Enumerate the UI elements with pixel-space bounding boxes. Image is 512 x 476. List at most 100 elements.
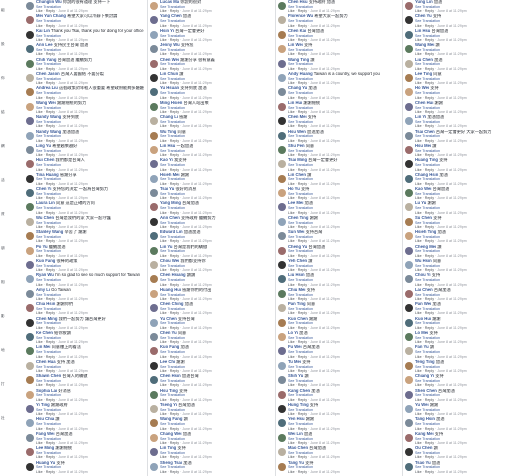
reply-link[interactable]: Reply [298,369,307,373]
avatar[interactable] [150,419,158,428]
avatar[interactable] [26,462,34,471]
commenter-name[interactable]: Chen Yi [36,187,51,191]
reply-link[interactable]: Reply [298,239,307,243]
commenter-name[interactable]: Chang Li [160,115,178,119]
like-link[interactable]: Like [36,24,43,28]
like-link[interactable]: Like [415,182,422,186]
avatar[interactable] [405,318,413,327]
avatar[interactable] [26,2,34,10]
reply-link[interactable]: Reply [425,81,434,85]
like-link[interactable]: Like [288,225,295,229]
commenter-name[interactable]: Sophia Lai [36,389,57,393]
like-link[interactable]: Like [288,455,295,459]
commenter-name[interactable]: Chen Ching [160,302,184,306]
avatar[interactable] [26,448,34,457]
commenter-name[interactable]: Tang Yu [288,461,304,465]
reply-link[interactable]: Reply [425,67,434,71]
like-link[interactable]: Like [160,369,167,373]
like-link[interactable]: Like [415,168,422,172]
commenter-name[interactable]: Chang Hsin [415,173,438,177]
commenter-name[interactable]: Chih Yang [36,58,56,62]
commenter-name[interactable]: Wang Ting [288,58,309,62]
avatar[interactable] [278,203,286,212]
reply-link[interactable]: Reply [170,81,179,85]
reply-link[interactable]: Reply [46,67,55,71]
reply-link[interactable]: Reply [170,441,179,445]
like-link[interactable]: Like [36,441,43,445]
avatar[interactable] [278,30,286,39]
commenter-name[interactable]: Lee Ting [415,72,432,76]
like-link[interactable]: Like [36,124,43,128]
like-link[interactable]: Like [36,340,43,344]
like-link[interactable]: Like [36,427,43,431]
avatar[interactable] [150,59,158,68]
like-link[interactable]: Like [288,268,295,272]
like-link[interactable]: Like [415,38,422,42]
reply-link[interactable]: Reply [425,441,434,445]
reply-link[interactable]: Reply [46,427,55,431]
reply-link[interactable]: Reply [425,355,434,359]
like-link[interactable]: Like [288,340,295,344]
sidebar-label[interactable]: 地 [1,348,5,353]
reply-link[interactable]: Reply [170,24,179,28]
reply-link[interactable]: Reply [298,225,307,229]
like-link[interactable]: Like [36,225,43,229]
reply-link[interactable]: Reply [298,211,307,215]
avatar[interactable] [405,88,413,97]
avatar[interactable] [26,88,34,97]
reply-link[interactable]: Reply [46,455,55,459]
commenter-name[interactable]: Chunglin Wu [36,0,62,4]
commenter-name[interactable]: Nandy Wang [36,130,61,134]
avatar[interactable] [150,246,158,255]
avatar[interactable] [150,145,158,154]
commenter-name[interactable]: Wang Wei [36,101,56,105]
commenter-name[interactable]: Lin Ting [160,446,176,450]
commenter-name[interactable]: Andrea Liu [36,86,58,90]
like-link[interactable]: Like [160,412,167,416]
commenter-name[interactable]: Lin Mei [36,345,50,349]
like-link[interactable]: Like [415,412,422,416]
commenter-name[interactable]: Cheng Mei [415,245,436,249]
like-link[interactable]: Like [288,283,295,287]
avatar[interactable] [26,289,34,298]
avatar[interactable] [278,73,286,82]
avatar[interactable] [150,347,158,356]
commenter-name[interactable]: Lee Ming [36,446,54,450]
avatar[interactable] [405,462,413,471]
like-link[interactable]: Like [36,355,43,359]
reply-link[interactable]: Reply [46,124,55,128]
avatar[interactable] [405,448,413,457]
reply-link[interactable]: Reply [46,38,55,42]
like-link[interactable]: Like [160,9,167,13]
avatar[interactable] [26,332,34,341]
commenter-name[interactable]: Kuo Hui [415,317,431,321]
commenter-name[interactable]: Lin Yu [160,245,173,249]
avatar[interactable] [405,332,413,341]
reply-link[interactable]: Reply [425,239,434,243]
reply-link[interactable]: Reply [46,383,55,387]
like-link[interactable]: Like [415,297,422,301]
like-link[interactable]: Like [288,67,295,71]
commenter-name[interactable]: Hsu Chia [36,417,54,421]
commenter-name[interactable]: Wu Chen [36,216,54,220]
reply-link[interactable]: Reply [298,124,307,128]
commenter-name[interactable]: Chen Yu [415,14,432,18]
avatar[interactable] [150,160,158,169]
like-link[interactable]: Like [160,96,167,100]
like-link[interactable]: Like [160,24,167,28]
avatar[interactable] [26,73,34,82]
like-link[interactable]: Like [415,283,422,287]
avatar[interactable] [278,448,286,457]
like-link[interactable]: Like [415,369,422,373]
like-link[interactable]: Like [36,67,43,71]
reply-link[interactable]: Reply [170,383,179,387]
reply-link[interactable]: Reply [46,182,55,186]
commenter-name[interactable]: Laura Lin [36,201,55,205]
avatar[interactable] [26,131,34,140]
like-link[interactable]: Like [160,52,167,56]
like-link[interactable]: Like [160,340,167,344]
commenter-name[interactable]: Stanley Wang [36,230,63,234]
like-link[interactable]: Like [160,311,167,315]
like-link[interactable]: Like [288,168,295,172]
commenter-name[interactable]: Wu Ting [160,130,176,134]
